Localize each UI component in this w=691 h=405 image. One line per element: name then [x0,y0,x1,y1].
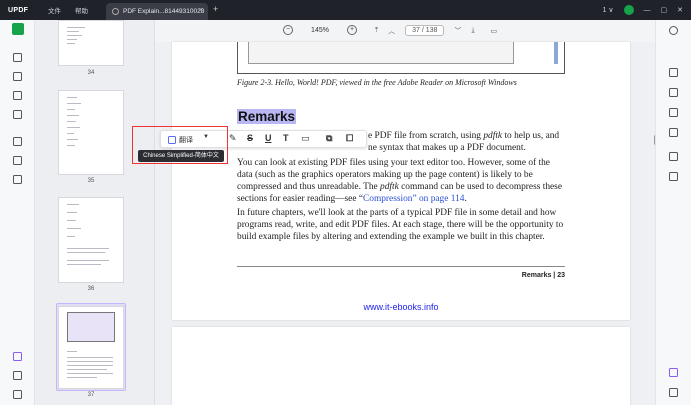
organize-pages-icon[interactable] [13,110,22,119]
page-navigation: ⤒ ︿ 37 / 138 ﹀ ⤓ ▭ [375,25,497,36]
close-window-icon[interactable]: ✕ [677,6,683,14]
avatar[interactable] [623,5,634,15]
menu-file[interactable]: 文件 [48,5,61,15]
tab-title: PDF Explain...81449310028 [123,8,205,15]
title-bar: UPDF 文件 帮助 PDF Explain...81449310028 × +… [0,0,691,20]
zoom-in-button[interactable]: + [347,25,357,35]
ai-assistant-icon[interactable] [669,368,678,377]
underline-icon[interactable]: U [265,133,272,143]
ocr-icon[interactable] [13,137,22,146]
footer-rule [237,266,565,267]
highlight-icon[interactable]: ✎ [229,133,237,144]
zoom-value[interactable]: 145% [301,27,339,34]
watermark-url: www.it-ebooks.info [363,302,439,312]
share-icon[interactable] [669,128,678,137]
ocr-tool-icon[interactable] [669,68,678,77]
minimize-icon[interactable]: — [644,7,651,14]
compression-link[interactable]: Compression” on page 114 [363,194,464,204]
menu-help[interactable]: 帮助 [75,5,88,15]
annotation-highlight-box [132,126,228,164]
print-icon[interactable] [669,172,678,181]
document-tab[interactable]: PDF Explain...81449310028 × [106,3,208,20]
zoom-out-button[interactable]: − [283,25,293,35]
search-icon[interactable] [669,26,678,35]
form-icon[interactable] [13,91,22,100]
thumbnail-35[interactable] [58,90,124,175]
paragraph-3[interactable]: In future chapters, we'll look at the pa… [237,207,565,243]
edit-icon[interactable] [13,53,22,62]
figure-caption: Figure 2-3. Hello, World! PDF, viewed in… [237,78,517,87]
thumbnail-36[interactable] [58,197,124,283]
layers-icon[interactable] [13,352,22,361]
maximize-icon[interactable]: ▢ [661,6,668,14]
page-footer: Remarks | 23 [521,272,565,279]
next-pdf-page[interactable] [172,327,630,405]
bookmark-icon[interactable] [13,371,22,380]
window-controls: 1 ∨ — ▢ ✕ [603,0,691,20]
thumbnail-37[interactable] [58,306,124,389]
paragraph-2[interactable]: You can look at existing PDF files using… [237,157,565,205]
squiggly-icon[interactable]: T [283,133,289,143]
thumbnail-label: 36 [87,286,95,292]
chat-icon[interactable] [669,388,678,397]
thumbnail-label: 35 [87,178,95,184]
attachment-icon[interactable] [13,390,22,399]
figure-scrollbar [554,42,558,64]
presentation-icon[interactable]: ▭ [491,27,498,35]
left-toolbar [0,20,35,405]
figure-screenshot [248,42,514,64]
new-tab-button[interactable]: + [213,4,218,14]
next-page-icon[interactable]: ﹀ [454,26,461,36]
comment-note-icon[interactable]: ▭ [301,133,310,144]
paragraph-1-line-2[interactable]: ne syntax that makes up a PDF document. [368,142,568,154]
convert-icon[interactable] [669,88,678,97]
zoom-controls: − 145% + [283,25,357,35]
save-icon[interactable] [669,152,678,161]
strikethrough-icon[interactable]: S [247,133,253,143]
right-toolbar [655,20,691,405]
pdf-page[interactable]: Figure 2-3. Hello, World! PDF, viewed in… [172,42,630,320]
close-tab-icon[interactable]: × [199,7,203,14]
last-page-icon[interactable]: ⤓ [471,27,474,35]
figure-frame [237,42,565,74]
thumbnail-panel: 34 35 36 37 [35,20,155,405]
version-dropdown[interactable]: 1 ∨ [603,6,614,14]
protect-icon[interactable] [669,108,678,117]
comment-icon[interactable] [13,72,22,81]
search-text-icon[interactable]: ⧠ [346,133,353,144]
crop-icon[interactable] [13,156,22,165]
reader-mode-icon[interactable] [12,23,24,35]
thumbnail-34[interactable] [58,20,124,66]
copy-icon[interactable]: ⧉ [326,133,332,144]
thumbnail-label: 34 [87,70,95,76]
section-heading[interactable]: Remarks [237,109,297,124]
document-toolbar: − 145% + ⤒ ︿ 37 / 138 ﹀ ⤓ ▭ [155,20,655,42]
first-page-icon[interactable]: ⤒ [375,27,378,35]
thumbnail-label: 37 [87,392,95,398]
page-number-input[interactable]: 37 / 138 [405,25,445,36]
app-logo: UPDF [8,6,29,14]
document-icon [112,8,119,15]
prev-page-icon[interactable]: ︿ [388,26,395,36]
pages-icon[interactable] [13,175,22,184]
paragraph-1-line-1[interactable]: e PDF file from scratch, using pdftk to … [368,130,568,142]
